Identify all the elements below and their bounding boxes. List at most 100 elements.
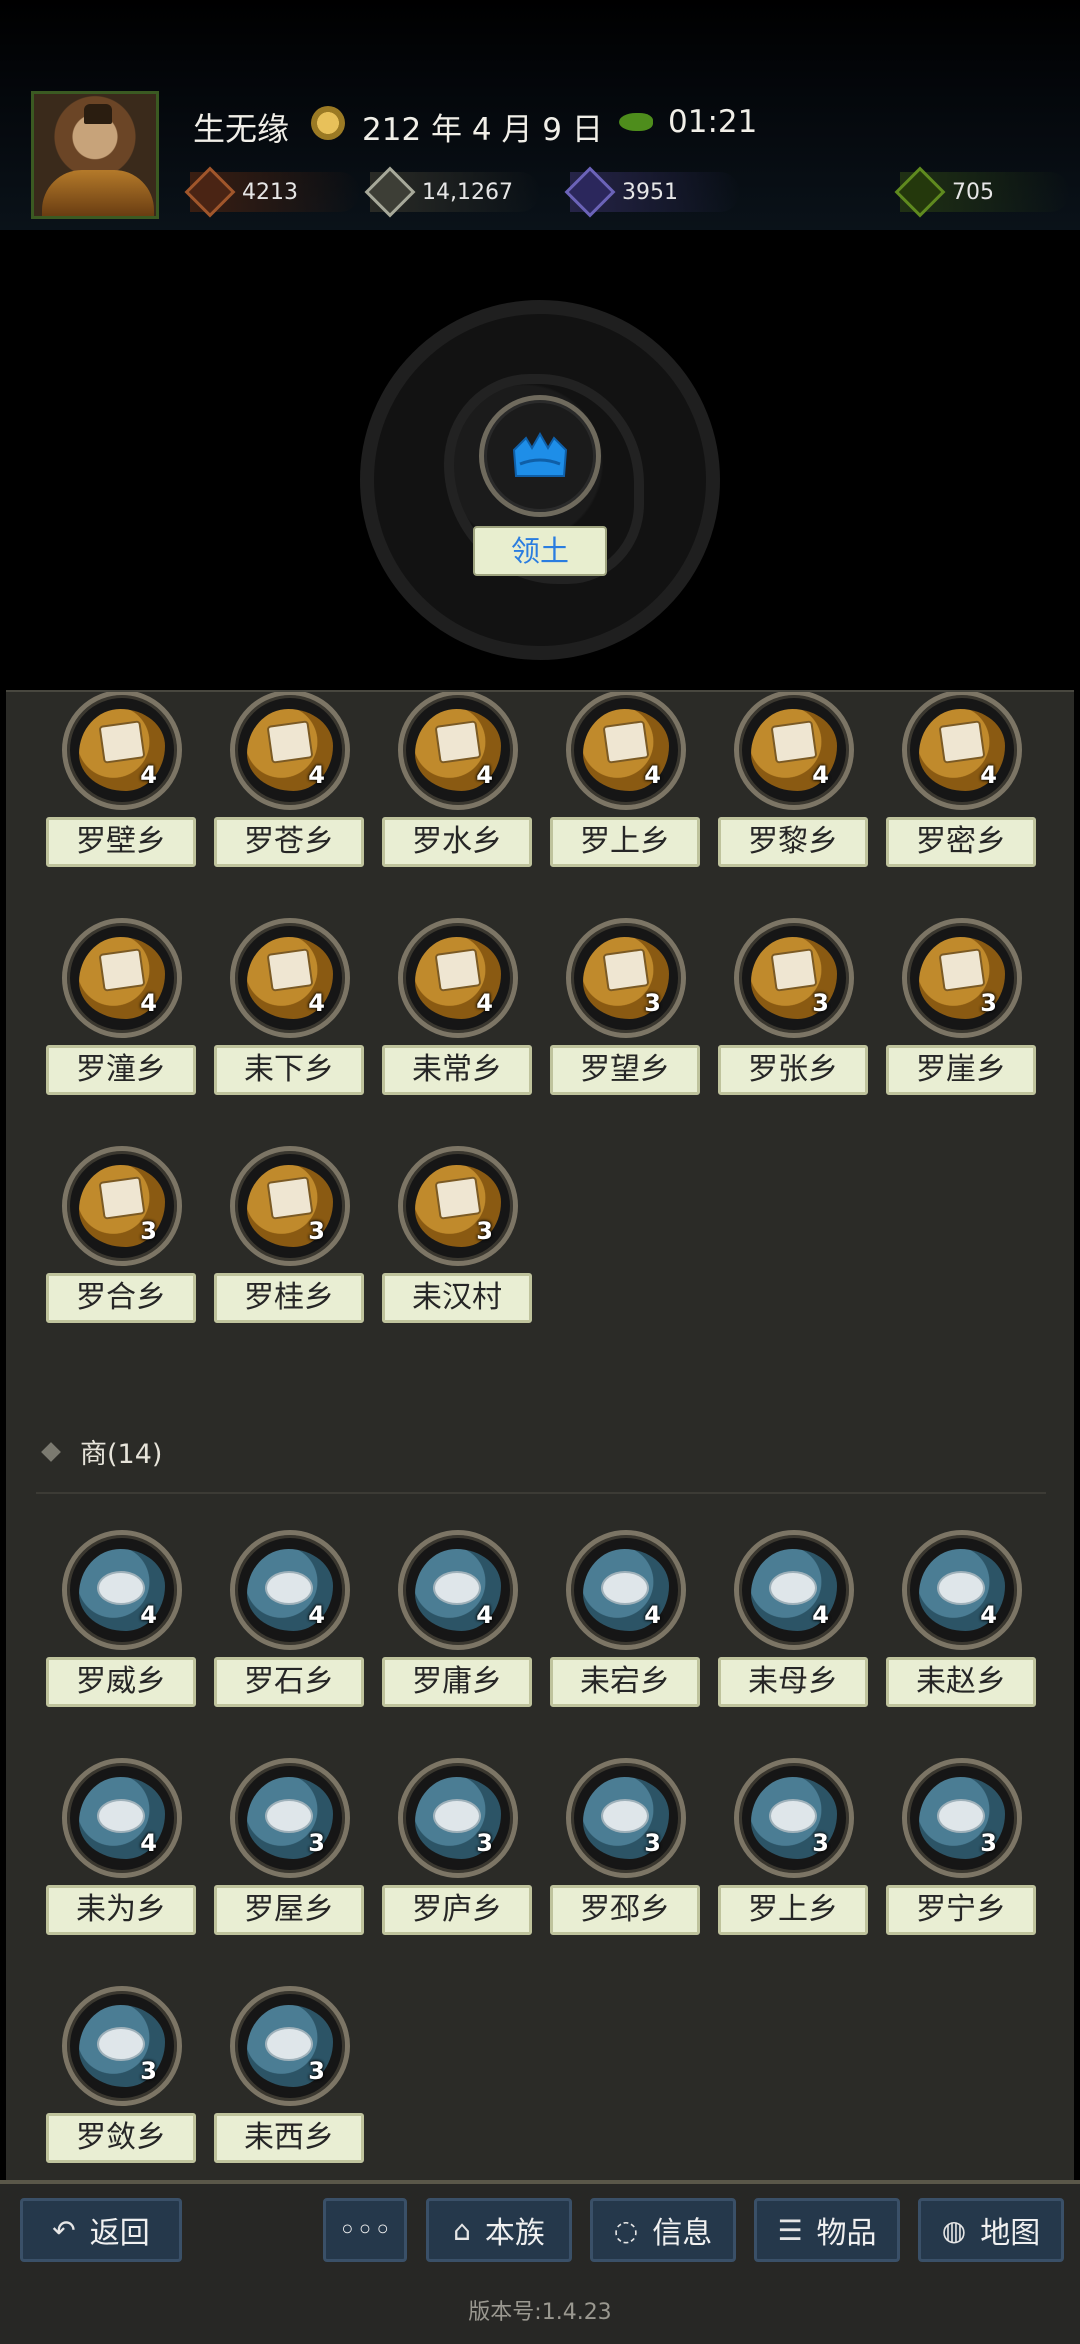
village-tile[interactable]: 4 耒母乡 [718, 1530, 868, 1720]
village-tile[interactable]: 3 罗桂乡 [214, 1146, 364, 1336]
village-name-label[interactable]: 罗石乡 [214, 1657, 364, 1707]
village-name-label[interactable]: 耒常乡 [382, 1045, 532, 1095]
village-tile[interactable]: 4 罗石乡 [214, 1530, 364, 1720]
village-name-label[interactable]: 罗屋乡 [214, 1885, 364, 1935]
village-tile[interactable]: 3 罗庐乡 [382, 1758, 532, 1948]
village-tile[interactable]: 4 耒常乡 [382, 918, 532, 1108]
resource-value: 4213 [242, 179, 298, 205]
village-name-label[interactable]: 罗上乡 [718, 1885, 868, 1935]
silver-ingot-icon [97, 1571, 145, 1605]
village-level: 4 [980, 761, 997, 789]
village-tile[interactable]: 3 罗望乡 [550, 918, 700, 1108]
resource-grain[interactable]: 14,1267 [364, 166, 513, 218]
village-name-label[interactable]: 耒下乡 [214, 1045, 364, 1095]
village-tile[interactable]: 4 耒下乡 [214, 918, 364, 1108]
territory-crown-button[interactable] [479, 395, 601, 517]
silver-ingot-icon [433, 1571, 481, 1605]
village-tile[interactable]: 4 罗密乡 [886, 692, 1036, 880]
village-level: 4 [476, 761, 493, 789]
village-tile[interactable]: 3 耒汉村 [382, 1146, 532, 1336]
player-avatar[interactable] [31, 91, 159, 219]
village-name-label[interactable]: 耒西乡 [214, 2113, 364, 2163]
items-button[interactable]: ☰ 物品 [754, 2198, 900, 2262]
village-tile[interactable]: 3 罗邳乡 [550, 1758, 700, 1948]
village-tile[interactable]: 4 罗上乡 [550, 692, 700, 880]
village-tile[interactable]: 3 罗屋乡 [214, 1758, 364, 1948]
village-tile[interactable]: 4 罗苍乡 [214, 692, 364, 880]
trade-village-icon: 4 [62, 1758, 182, 1878]
game-time: 01:21 [668, 104, 758, 140]
village-level: 4 [140, 1829, 157, 1857]
village-tile[interactable]: 4 罗壁乡 [46, 692, 196, 880]
village-name-label[interactable]: 耒汉村 [382, 1273, 532, 1323]
village-name-label[interactable]: 罗敛乡 [46, 2113, 196, 2163]
village-tile[interactable]: 4 罗威乡 [46, 1530, 196, 1720]
village-tile[interactable]: 3 罗张乡 [718, 918, 868, 1108]
village-level: 3 [308, 1217, 325, 1245]
more-button[interactable]: ◦◦◦ [323, 2198, 407, 2262]
village-tile[interactable]: 4 罗水乡 [382, 692, 532, 880]
village-name-label[interactable]: 罗壁乡 [46, 817, 196, 867]
village-level: 3 [140, 1217, 157, 1245]
village-name-label[interactable]: 罗邳乡 [550, 1885, 700, 1935]
village-level: 3 [812, 1829, 829, 1857]
territory-panel[interactable]: 4 罗壁乡 4 罗苍乡 4 罗水乡 4 罗上乡 4 罗黎乡 4 罗密乡 4 罗潼乡 4 耒下乡 4 耒常乡 3 罗望乡… [6, 690, 1074, 2182]
village-name-label[interactable]: 罗密乡 [886, 817, 1036, 867]
village-tile[interactable]: 4 耒宕乡 [550, 1530, 700, 1720]
village-name-label[interactable]: 罗望乡 [550, 1045, 700, 1095]
map-button[interactable]: ◍ 地图 [918, 2198, 1064, 2262]
village-tile[interactable]: 4 罗潼乡 [46, 918, 196, 1108]
village-level: 3 [980, 1829, 997, 1857]
village-name-label[interactable]: 罗庸乡 [382, 1657, 532, 1707]
village-name-label[interactable]: 耒母乡 [718, 1657, 868, 1707]
info-button[interactable]: ◌ 信息 [590, 2198, 736, 2262]
village-name-label[interactable]: 耒为乡 [46, 1885, 196, 1935]
resource-troops[interactable]: 3951 [564, 166, 678, 218]
village-name-label[interactable]: 罗宁乡 [886, 1885, 1036, 1935]
village-name-label[interactable]: 耒宕乡 [550, 1657, 700, 1707]
village-tile[interactable]: 3 罗上乡 [718, 1758, 868, 1948]
village-name-label[interactable]: 罗威乡 [46, 1657, 196, 1707]
village-name-label[interactable]: 罗崖乡 [886, 1045, 1036, 1095]
clan-button[interactable]: ⌂ 本族 [426, 2198, 572, 2262]
village-name-label[interactable]: 罗张乡 [718, 1045, 868, 1095]
farm-village-icon: 3 [398, 1146, 518, 1266]
village-name-label[interactable]: 罗苍乡 [214, 817, 364, 867]
village-tile[interactable]: 4 罗庸乡 [382, 1530, 532, 1720]
farm-village-icon: 4 [398, 918, 518, 1038]
village-name-label[interactable]: 罗上乡 [550, 817, 700, 867]
back-button[interactable]: ↶ 返回 [20, 2198, 182, 2262]
clan-label: 本族 [484, 2216, 545, 2251]
village-tile[interactable]: 3 耒西乡 [214, 1986, 364, 2176]
village-level: 4 [476, 989, 493, 1017]
village-tile[interactable]: 4 罗黎乡 [718, 692, 868, 880]
coin-pouch-icon [184, 166, 236, 218]
village-name-label[interactable]: 耒赵乡 [886, 1657, 1036, 1707]
village-tile[interactable]: 3 罗敛乡 [46, 1986, 196, 2176]
village-name-label[interactable]: 罗合乡 [46, 1273, 196, 1323]
bottom-navigation: ↶ 返回 ◦◦◦ ⌂ 本族 ◌ 信息 ☰ 物品 ◍ 地图 版本号:1.4.23 [0, 2180, 1080, 2344]
map-label: 地图 [980, 2216, 1041, 2251]
resource-wealth[interactable]: 705 [894, 166, 994, 218]
village-level: 3 [476, 1217, 493, 1245]
village-name-label[interactable]: 罗黎乡 [718, 817, 868, 867]
avatar-robe [42, 170, 154, 216]
village-tile[interactable]: 4 耒为乡 [46, 1758, 196, 1948]
village-name-label[interactable]: 罗庐乡 [382, 1885, 532, 1935]
village-tile[interactable]: 3 罗合乡 [46, 1146, 196, 1336]
scroll-icon [266, 1176, 314, 1220]
scroll-icon [98, 720, 146, 764]
village-tile[interactable]: 3 罗宁乡 [886, 1758, 1036, 1948]
territory-button[interactable]: 领土 [473, 526, 607, 576]
village-name-label[interactable]: 罗潼乡 [46, 1045, 196, 1095]
village-tile[interactable]: 4 耒赵乡 [886, 1530, 1036, 1720]
village-level: 4 [140, 1601, 157, 1629]
version-text: 版本号:1.4.23 [468, 2300, 612, 2325]
scroll-icon [98, 1176, 146, 1220]
resource-money[interactable]: 4213 [184, 166, 298, 218]
village-tile[interactable]: 3 罗崖乡 [886, 918, 1036, 1108]
village-level: 4 [644, 1601, 661, 1629]
grain-icon [364, 166, 416, 218]
village-name-label[interactable]: 罗水乡 [382, 817, 532, 867]
village-name-label[interactable]: 罗桂乡 [214, 1273, 364, 1323]
